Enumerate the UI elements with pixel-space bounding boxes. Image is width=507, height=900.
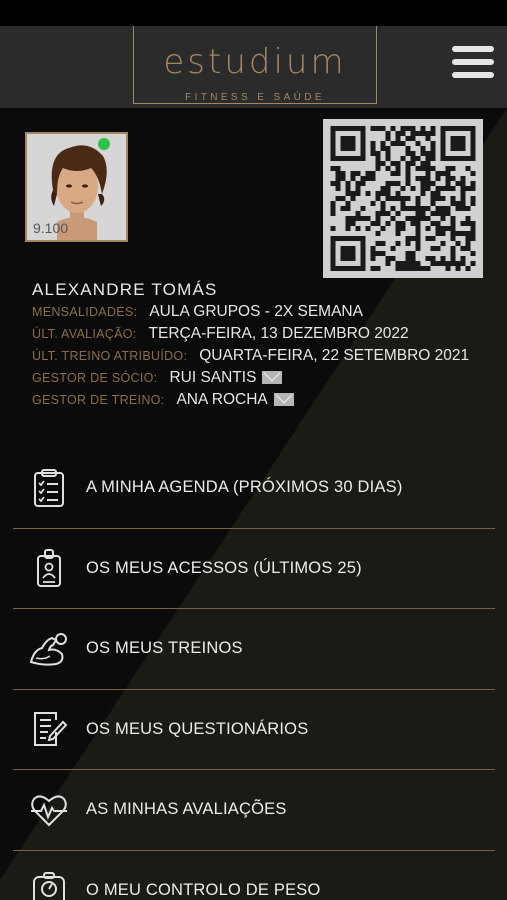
menu-item-controlo-peso[interactable]: O MEU CONTROLO DE PESO: [13, 851, 495, 900]
heart-pulse-icon: [31, 795, 67, 827]
scale-icon: [33, 872, 65, 900]
qr-code-image: [330, 126, 476, 271]
logo-subtitle: FITNESS E SAÚDE: [177, 92, 333, 103]
menu-item-label: A MINHA AGENDA (PRÓXIMOS 30 DIAS): [86, 478, 403, 497]
menu-item-acessos[interactable]: OS MEUS ACESSOS (ÚLTIMOS 25): [13, 529, 495, 609]
logo[interactable]: estudium FITNESS E SAÚDE: [133, 26, 377, 104]
menu-item-avaliacoes[interactable]: AS MINHAS AVALIAÇÕES: [13, 770, 495, 851]
field-label: GESTOR DE TREINO:: [32, 393, 165, 407]
field-value: TERÇA-FEIRA, 13 DEZEMBRO 2022: [148, 325, 409, 342]
form-edit-icon: [34, 712, 68, 747]
status-bar: [0, 0, 507, 26]
profile-field-member-manager: GESTOR DE SÓCIO: RUI SANTIS: [32, 367, 482, 389]
field-value: RUI SANTIS: [169, 369, 257, 386]
flexed-arm-icon: [29, 632, 67, 666]
menu-item-label: O MEU CONTROLO DE PESO: [86, 880, 321, 899]
field-label: MENSALIDADES:: [32, 305, 138, 319]
logo-text: estudium: [163, 42, 347, 82]
menu-item-questionarios[interactable]: OS MEUS QUESTIONÁRIOS: [13, 690, 495, 770]
hamburger-icon[interactable]: [452, 46, 494, 78]
field-label: ÚLT. TREINO ATRIBUÍDO:: [32, 349, 188, 363]
envelope-icon[interactable]: [273, 393, 294, 407]
profile-field-training-manager: GESTOR DE TREINO: ANA ROCHA: [32, 389, 482, 411]
field-value: AULA GRUPOS - 2X SEMANA: [149, 303, 363, 320]
menu-item-label: AS MINHAS AVALIAÇÕES: [86, 800, 287, 819]
profile-field-mensalidades: MENSALIDADES: AULA GRUPOS - 2X SEMANA: [32, 301, 482, 323]
id-badge-icon: [37, 549, 61, 588]
field-value: ANA ROCHA: [176, 391, 268, 408]
profile-field-last-evaluation: ÚLT. AVALIAÇÃO: TERÇA-FEIRA, 13 DEZEMBRO …: [32, 323, 482, 345]
profile-info: ALEXANDRE TOMÁS MENSALIDADES: AULA GRUPOS…: [32, 280, 482, 411]
avatar[interactable]: 9.100: [25, 132, 128, 242]
qr-code[interactable]: [323, 119, 483, 278]
field-label: ÚLT. AVALIAÇÃO:: [32, 327, 137, 341]
menu-item-agenda[interactable]: A MINHA AGENDA (PRÓXIMOS 30 DIAS): [13, 448, 495, 529]
profile-field-last-workout: ÚLT. TREINO ATRIBUÍDO: QUARTA-FEIRA, 22 S…: [32, 345, 482, 367]
menu-item-label: OS MEUS TREINOS: [86, 639, 243, 658]
envelope-icon[interactable]: [262, 371, 283, 385]
field-label: GESTOR DE SÓCIO:: [32, 371, 158, 385]
menu-item-treinos[interactable]: OS MEUS TREINOS: [13, 609, 495, 690]
app-header: estudium FITNESS E SAÚDE: [0, 26, 507, 108]
avatar-member-id: 9.100: [33, 220, 69, 236]
main-menu: A MINHA AGENDA (PRÓXIMOS 30 DIAS) OS MEU…: [13, 448, 495, 900]
clipboard-checklist-icon: [34, 468, 64, 507]
field-value: QUARTA-FEIRA, 22 SETEMBRO 2021: [199, 347, 470, 364]
menu-item-label: OS MEUS ACESSOS (ÚLTIMOS 25): [86, 558, 362, 577]
member-name: ALEXANDRE TOMÁS: [32, 280, 218, 299]
online-status-indicator: [98, 138, 110, 150]
menu-item-label: OS MEUS QUESTIONÁRIOS: [86, 719, 309, 738]
